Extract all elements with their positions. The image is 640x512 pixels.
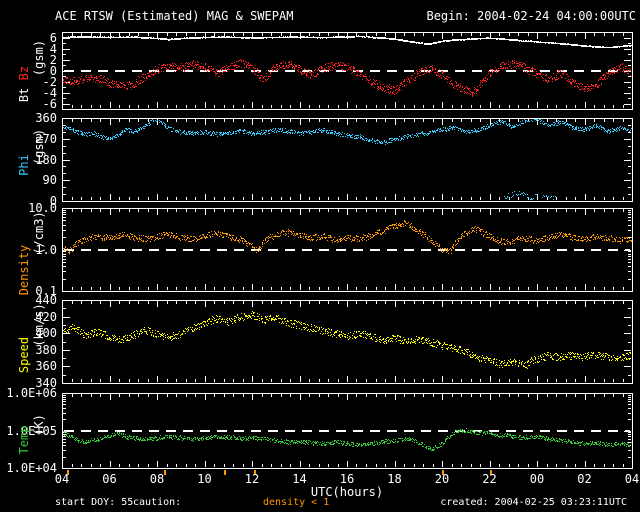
x-tick-label: 08 [149,472,165,486]
x-tick-label: 16 [339,472,355,486]
y-axis-title-part: Bz [17,65,31,80]
y-tick-label: 1.0E+06 [6,386,57,400]
y-tick-label: 270 [35,132,57,146]
y-tick-label: 440 [35,293,57,307]
y-axis-title-name-speed-panel: Speed [17,336,31,372]
y-axis-title-name-bt-bz-panel: Bt Bz [17,65,31,101]
x-tick-label: 02 [577,472,592,486]
chart-canvas [0,0,640,512]
x-tick-label: 22 [482,472,497,486]
x-tick-label: 20 [434,472,450,486]
y-axis-title-name-density-panel: Density [17,244,31,295]
x-tick-label: 00 [529,472,545,486]
footer-caution-label: caution: [133,497,182,508]
x-tick-label: 10 [197,472,212,486]
y-tick-label: 10.0 [28,201,57,215]
footer-created-timestamp: created: 2004-02-25 03:23:11UTC [440,497,627,508]
y-tick-label: 420 [35,310,57,324]
x-tick-label: 14 [292,472,307,486]
ace-rtsw-plot: ACE RTSW (Estimated) MAG & SWEPAM Begin:… [0,0,640,512]
y-axis-title-units-bt-bz-panel: (gsm) [32,39,46,76]
x-tick-label: 12 [244,472,260,486]
y-tick-label: 1.0E+04 [6,461,57,475]
footer-start-doy: start DOY: 55 [55,497,134,508]
y-axis-title-part: Speed [17,336,31,373]
y-axis-title-part: Density [17,244,31,295]
y-tick-label: 360 [35,111,57,125]
plot-title: ACE RTSW (Estimated) MAG & SWEPAM [55,9,294,23]
x-tick-label: 18 [387,472,402,486]
y-axis-title-name-temp-panel: Temp [17,425,31,454]
x-tick-label: 06 [102,472,117,486]
y-axis-title-name-phi-panel: Phi [17,154,31,176]
y-axis-title-part: Temp [17,425,31,455]
x-tick-label: 04 [624,472,640,486]
y-axis-title-units-speed-panel: (km/s) [32,303,46,347]
y-axis-title-part: Bt [17,79,31,102]
x-tick-label: 04 [54,472,70,486]
y-axis-title-units-temp-panel: (K) [32,413,46,436]
y-axis-title-part: Phi [17,154,31,177]
begin-timestamp: Begin: 2004-02-24 04:00:00UTC [426,9,636,23]
footer-caution-value: density < 1 [263,497,330,508]
y-tick-label: 90 [42,173,57,187]
y-axis-title-units-density-panel: (/cm3) [32,211,46,255]
y-axis-title-units-phi-panel: (gsm) [32,128,46,165]
